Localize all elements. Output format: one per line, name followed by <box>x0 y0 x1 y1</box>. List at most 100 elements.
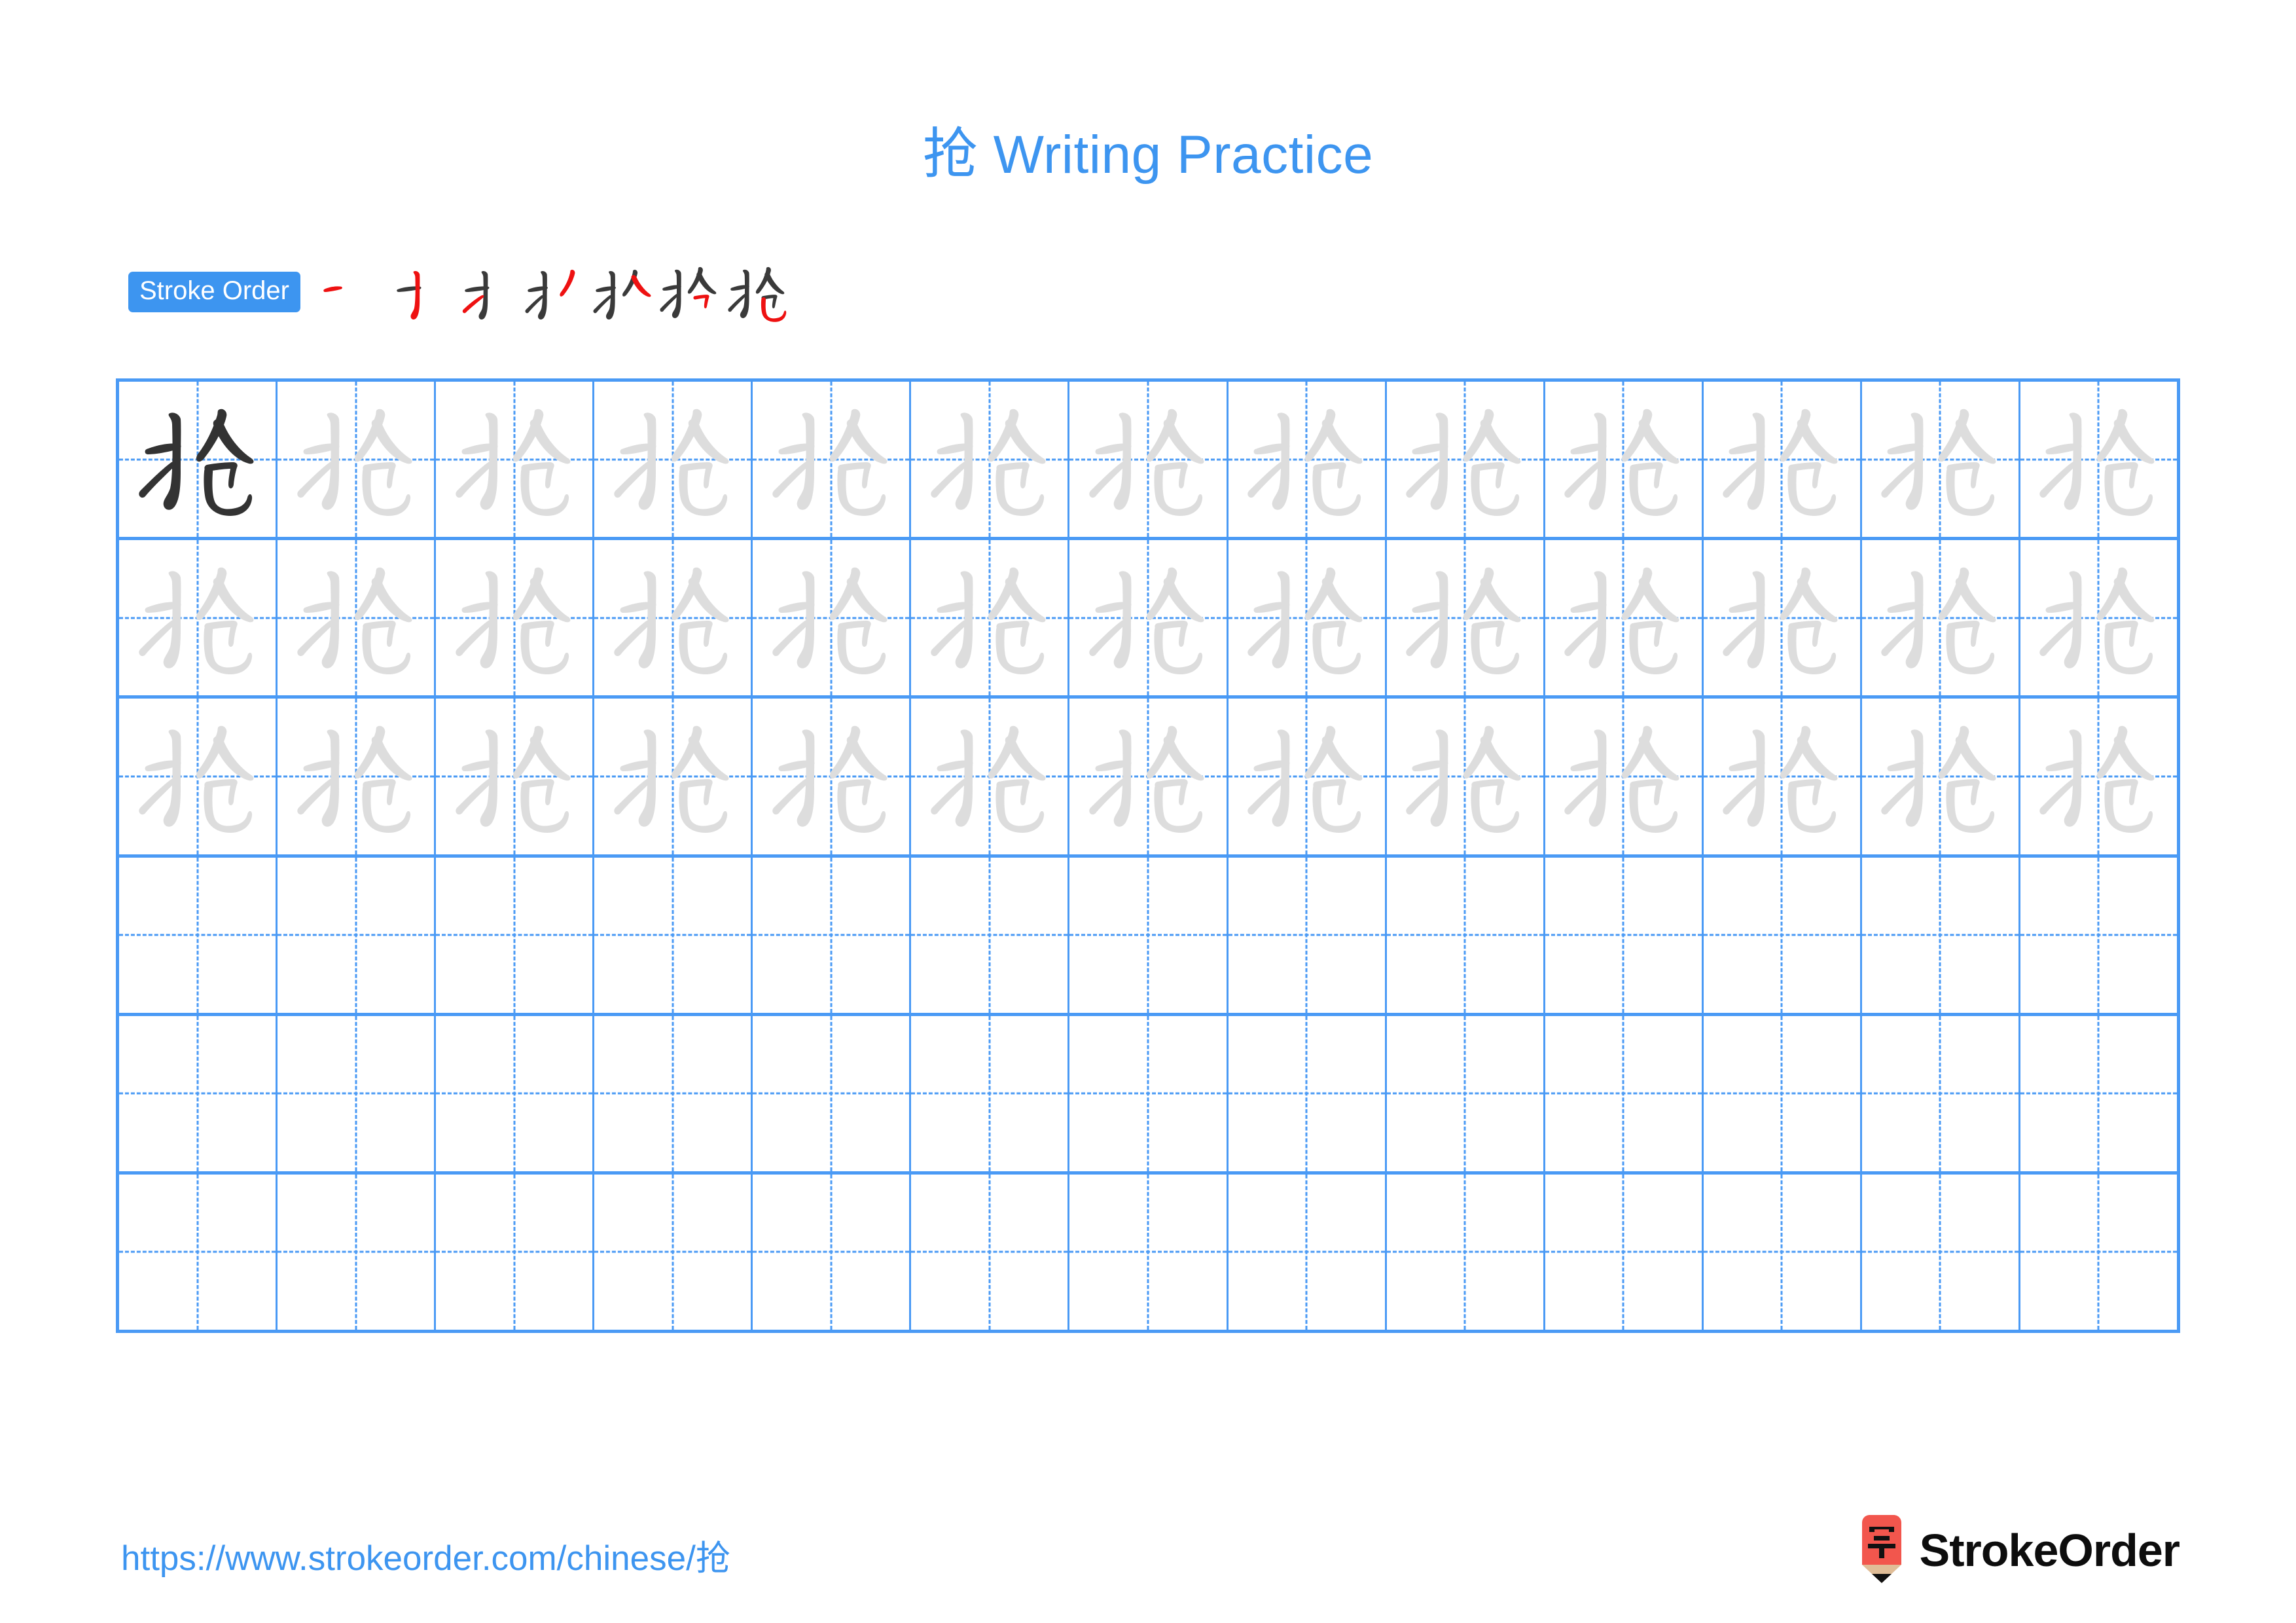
practice-grid-cell[interactable] <box>753 540 912 696</box>
practice-grid-cell[interactable] <box>2020 382 2177 537</box>
practice-grid-cell[interactable] <box>436 699 595 854</box>
practice-grid-cell[interactable] <box>1862 1174 2020 1330</box>
practice-grid-cell[interactable] <box>1862 857 2020 1013</box>
practice-grid-cell[interactable] <box>1229 857 1387 1013</box>
practice-grid-cell[interactable] <box>1387 540 1545 696</box>
practice-grid-cell[interactable] <box>911 540 1070 696</box>
footer-logo[interactable]: StrokeOrder <box>1857 1511 2180 1590</box>
practice-grid-cell[interactable] <box>278 540 437 696</box>
footer-url[interactable]: https://www.strokeorder.com/chinese/抢 <box>121 1531 730 1580</box>
practice-grid-cell[interactable] <box>594 382 753 538</box>
practice-grid-cell[interactable] <box>1862 699 2020 854</box>
practice-grid-cell[interactable] <box>119 1174 278 1330</box>
practice-character-trace <box>1229 540 1385 695</box>
practice-grid-cell[interactable] <box>1704 857 1862 1013</box>
practice-grid-cell[interactable] <box>1387 1015 1545 1171</box>
practice-grid-cell[interactable] <box>1069 382 1229 538</box>
practice-grid-cell[interactable] <box>1069 699 1229 854</box>
practice-grid-cell[interactable] <box>1229 1174 1387 1330</box>
practice-grid-cell[interactable] <box>2020 1175 2177 1330</box>
practice-grid-cell[interactable] <box>911 699 1070 854</box>
practice-grid-cell[interactable] <box>1862 540 2020 696</box>
practice-grid-row <box>119 540 2177 699</box>
practice-grid-cell[interactable] <box>1545 857 1704 1013</box>
practice-character-trace <box>753 699 909 854</box>
practice-grid-cell[interactable] <box>1069 1015 1229 1171</box>
practice-grid-cell[interactable] <box>1229 699 1387 854</box>
stroke-step-2 <box>383 254 451 330</box>
practice-character-trace <box>1704 540 1860 695</box>
practice-grid-cell[interactable] <box>1704 382 1862 538</box>
practice-grid-cell[interactable] <box>119 1015 278 1171</box>
practice-grid-cell[interactable] <box>1704 699 1862 854</box>
practice-grid-cell[interactable] <box>1229 382 1387 538</box>
practice-grid-cell[interactable] <box>1387 699 1545 854</box>
practice-grid-cell[interactable] <box>1387 382 1545 538</box>
practice-grid-cell[interactable] <box>753 699 912 854</box>
practice-grid-cell[interactable] <box>2020 1016 2177 1171</box>
practice-character-trace <box>911 699 1067 854</box>
practice-grid-cell[interactable] <box>911 1015 1070 1171</box>
practice-grid-cell[interactable] <box>594 540 753 696</box>
practice-grid-cell[interactable] <box>2020 858 2177 1013</box>
practice-grid-row <box>119 1174 2177 1330</box>
practice-character-trace <box>1545 699 1702 854</box>
practice-grid-cell[interactable] <box>436 540 595 696</box>
practice-grid-cell[interactable] <box>594 1015 753 1171</box>
practice-grid-cell[interactable] <box>278 1015 437 1171</box>
practice-grid-cell[interactable] <box>278 1174 437 1330</box>
practice-grid-cell[interactable] <box>436 1174 595 1330</box>
practice-grid-cell[interactable] <box>278 382 437 538</box>
practice-grid-cell[interactable] <box>1704 540 1862 696</box>
stroke-step-3 <box>451 254 519 330</box>
practice-grid-cell[interactable] <box>1229 540 1387 696</box>
practice-grid-cell[interactable] <box>911 1174 1070 1330</box>
practice-grid-cell[interactable] <box>1387 1174 1545 1330</box>
practice-grid-cell[interactable] <box>594 1174 753 1330</box>
practice-grid-cell[interactable] <box>1545 699 1704 854</box>
practice-grid-cell[interactable] <box>436 382 595 538</box>
practice-grid-cell[interactable] <box>594 857 753 1013</box>
practice-grid-cell[interactable] <box>1229 1015 1387 1171</box>
practice-grid-cell[interactable] <box>119 857 278 1013</box>
practice-grid-cell[interactable] <box>436 857 595 1013</box>
practice-grid-cell[interactable] <box>278 857 437 1013</box>
practice-character-trace <box>1229 382 1385 537</box>
practice-grid-cell[interactable] <box>2020 540 2177 695</box>
practice-grid-cell[interactable] <box>753 1174 912 1330</box>
practice-grid-cell[interactable] <box>1545 540 1704 696</box>
practice-grid-cell[interactable] <box>1069 857 1229 1013</box>
practice-grid-row <box>119 1015 2177 1175</box>
practice-grid-cell[interactable] <box>1704 1174 1862 1330</box>
stroke-order-steps <box>315 254 791 330</box>
practice-grid-cell[interactable] <box>1387 857 1545 1013</box>
practice-grid-cell[interactable] <box>119 540 278 696</box>
practice-grid-cell[interactable] <box>1069 1174 1229 1330</box>
practice-grid-cell[interactable] <box>1545 1015 1704 1171</box>
practice-grid-cell[interactable] <box>594 699 753 854</box>
practice-grid-cell[interactable] <box>119 699 278 854</box>
practice-grid-cell[interactable] <box>436 1015 595 1171</box>
practice-grid-cell[interactable] <box>2020 699 2177 854</box>
practice-character-trace <box>278 699 434 854</box>
practice-character-trace <box>1069 382 1226 537</box>
practice-grid-cell[interactable] <box>753 382 912 538</box>
practice-grid-row <box>119 382 2177 541</box>
practice-grid-cell[interactable] <box>1545 1174 1704 1330</box>
practice-character-trace <box>1862 540 2018 695</box>
practice-grid-cell[interactable] <box>1862 1015 2020 1171</box>
practice-grid-cell[interactable] <box>753 1015 912 1171</box>
practice-grid-cell[interactable] <box>911 857 1070 1013</box>
practice-grid-cell[interactable] <box>911 382 1070 538</box>
practice-character-trace <box>278 540 434 695</box>
practice-grid-cell[interactable] <box>1545 382 1704 538</box>
practice-character-model <box>119 382 276 537</box>
practice-grid-cell[interactable] <box>753 857 912 1013</box>
practice-grid-cell[interactable] <box>119 382 278 538</box>
practice-grid-cell[interactable] <box>1069 540 1229 696</box>
practice-grid-cell[interactable] <box>278 699 437 854</box>
practice-grid-cell[interactable] <box>1704 1015 1862 1171</box>
practice-grid-cell[interactable] <box>1862 382 2020 538</box>
stroke-order-section: Stroke Order <box>128 254 791 330</box>
stroke-order-badge: Stroke Order <box>128 272 300 312</box>
